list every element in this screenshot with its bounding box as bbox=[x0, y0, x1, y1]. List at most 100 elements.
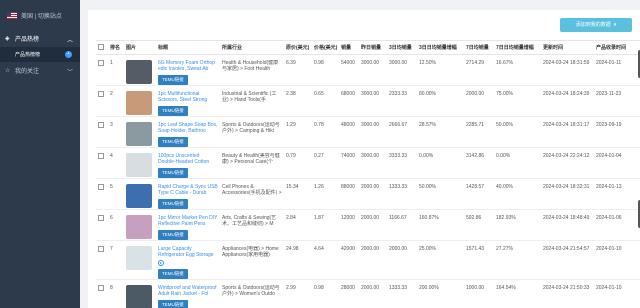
temu-link-button[interactable]: TEMU链接 bbox=[158, 269, 188, 279]
product-thumbnail[interactable] bbox=[126, 184, 152, 208]
product-title-link[interactable]: Rapid Charge & Sync USB Type C Cable - D… bbox=[158, 184, 218, 196]
temu-link-button[interactable]: TEMU链接 bbox=[158, 199, 188, 209]
7day-avg-cell: 1000.00 bbox=[464, 279, 494, 308]
product-thumbnail[interactable] bbox=[126, 122, 152, 146]
7day-avg-cell: 1428.57 bbox=[464, 178, 494, 210]
7day-avg-cell: 1571.43 bbox=[464, 240, 494, 280]
temu-link-button[interactable]: TEMU链接 bbox=[158, 75, 188, 85]
3day-growth-cell: 28.57% bbox=[417, 116, 464, 148]
added-cell: 2024-01-10 bbox=[594, 240, 640, 280]
header-7day-avg[interactable]: 7日均销量 bbox=[464, 40, 494, 55]
sales-cell: 48000 bbox=[339, 116, 359, 148]
orig-price-cell: 2.99 bbox=[284, 279, 312, 308]
table-row: 1 6G Memory Foam Orthop edic Insoles, Sw… bbox=[96, 54, 640, 86]
menu-product-hot-label: 产品热榜 bbox=[15, 37, 40, 43]
updated-cell: 2024-03-24 18:48:49 bbox=[541, 209, 594, 241]
rank-cell: 3 bbox=[108, 116, 124, 148]
industry-cell: Appliances(电器) > Home Appliances(家用电器) bbox=[222, 246, 279, 258]
menu-my-follow-label: 我的关注 bbox=[15, 69, 40, 75]
industry-cell: Sports & Outdoors(运动与户外) > Women's Outdo bbox=[222, 285, 280, 297]
header-7day-growth[interactable]: 7日日均销量增幅 bbox=[494, 40, 541, 55]
industry-cell: Industrial & Scientific (工业) > Hand Tool… bbox=[222, 91, 277, 103]
product-title-link[interactable]: 1pc Mirror Marker Pen DIY Reflective Pai… bbox=[158, 215, 218, 227]
7day-growth-cell: 164.54% bbox=[494, 279, 541, 308]
temu-link-button[interactable]: TEMU链接 bbox=[158, 168, 188, 178]
menu-product-hot[interactable]: ◈ 产品热榜 ︿ bbox=[0, 30, 80, 47]
temu-link-button[interactable]: TEMU链接 bbox=[158, 230, 188, 240]
header-price[interactable]: 价格(美元) bbox=[312, 40, 339, 55]
row-checkbox[interactable] bbox=[98, 215, 104, 221]
cube-icon: ◈ bbox=[5, 35, 10, 42]
industry-cell: Beauty & Health(美容与健康) > Personal Care(个 bbox=[222, 153, 280, 165]
table-row: 7 Large Capacity Refrigerator Egg Storag… bbox=[96, 240, 640, 280]
3day-growth-cell: 160.87% bbox=[417, 209, 464, 241]
sales-cell: 28000 bbox=[339, 279, 359, 308]
product-title-link[interactable]: 1pc Leaf Shape Soap Box, Soap Holder, Ba… bbox=[158, 122, 218, 134]
site-switcher[interactable]: 美国 | 切换站点 bbox=[0, 0, 80, 30]
temu-link-button[interactable]: TEMU链接 bbox=[158, 106, 188, 116]
product-title-link[interactable]: 6G Memory Foam Orthop edic Insoles, Swea… bbox=[158, 60, 218, 72]
rank-cell: 4 bbox=[108, 147, 124, 179]
header-rank[interactable]: 排名 bbox=[108, 40, 124, 55]
3day-avg-cell: 1166.67 bbox=[387, 209, 417, 241]
product-title-link[interactable]: 1pc Multifunctional Scissors, Steel Stro… bbox=[158, 91, 218, 103]
7day-growth-cell: 75.00% bbox=[494, 85, 541, 117]
header-orig-price[interactable]: 原价(美元) bbox=[284, 40, 312, 55]
yesterday-sales-cell: 3000.00 bbox=[359, 54, 387, 86]
rank-cell: 7 bbox=[108, 240, 124, 280]
row-checkbox[interactable] bbox=[98, 285, 104, 291]
row-checkbox[interactable] bbox=[98, 60, 104, 66]
product-title-link[interactable]: Windproof and Waterproof Adult Rain Jack… bbox=[158, 285, 218, 297]
added-cell: 2024-01-06 bbox=[594, 209, 640, 241]
product-thumbnail[interactable] bbox=[126, 215, 152, 239]
header-sales[interactable]: 销量 bbox=[339, 40, 359, 55]
row-checkbox[interactable] bbox=[98, 91, 104, 97]
row-checkbox[interactable] bbox=[98, 246, 104, 252]
chevron-down-icon: ﹀ bbox=[66, 70, 73, 76]
row-checkbox[interactable] bbox=[98, 184, 104, 190]
header-added[interactable]: 产品收录时间 bbox=[594, 40, 640, 55]
table-row: 3 1pc Leaf Shape Soap Box, Soap Holder, … bbox=[96, 116, 640, 148]
product-thumbnail[interactable] bbox=[126, 246, 152, 270]
temu-link-button[interactable]: TEMU链接 bbox=[158, 137, 188, 147]
3day-growth-cell: 25.00% bbox=[417, 240, 464, 280]
orig-price-cell: 24.98 bbox=[284, 240, 312, 280]
star-icon: ☆ bbox=[5, 67, 11, 74]
header-3day-growth[interactable]: 3日日均销量增幅 bbox=[417, 40, 464, 55]
play-icon[interactable]: ▸ bbox=[158, 260, 164, 266]
rank-cell: 6 bbox=[108, 209, 124, 241]
header-industry: 所属行业 bbox=[220, 40, 284, 55]
submenu-product-hot-list[interactable]: 产品热榜榜 • bbox=[0, 47, 80, 62]
sales-cell: 68000 bbox=[339, 85, 359, 117]
row-checkbox[interactable] bbox=[98, 153, 104, 159]
product-title-link[interactable]: 100pcs Unscented Double-Headed Cotton Sw… bbox=[158, 153, 218, 165]
temu-link-button[interactable]: TEMU链接 bbox=[158, 300, 188, 308]
product-thumbnail[interactable] bbox=[126, 60, 152, 84]
header-select-all[interactable] bbox=[96, 40, 108, 55]
product-thumbnail[interactable] bbox=[126, 153, 152, 177]
menu-my-follow[interactable]: ☆ 我的关注 ﹀ bbox=[0, 62, 80, 79]
table-row: 8 Windproof and Waterproof Adult Rain Ja… bbox=[96, 279, 640, 308]
7day-growth-cell: 0.00% bbox=[494, 147, 541, 179]
header-3day-avg[interactable]: 3日均销量 bbox=[387, 40, 417, 55]
updated-cell: 2024-03-24 18:24:39 bbox=[541, 85, 594, 117]
table-row: 4 100pcs Unscented Double-Headed Cotton … bbox=[96, 147, 640, 179]
product-thumbnail[interactable] bbox=[126, 91, 152, 115]
header-yesterday-sales[interactable]: 昨日销量 bbox=[359, 40, 387, 55]
header-updated[interactable]: 更新时间 bbox=[541, 40, 594, 55]
7day-avg-cell: 2714.29 bbox=[464, 54, 494, 86]
sales-cell: 12000 bbox=[339, 209, 359, 241]
product-thumbnail[interactable] bbox=[126, 285, 152, 308]
add-to-my-data-label: 添加到我的数据 bbox=[575, 22, 611, 28]
3day-avg-cell: 3000.00 bbox=[387, 54, 417, 86]
price-cell: 0.65 bbox=[312, 85, 339, 117]
add-to-my-data-button[interactable]: 添加到我的数据 ▾ bbox=[560, 18, 632, 32]
product-title-link[interactable]: Large Capacity Refrigerator Egg Storage … bbox=[158, 246, 218, 258]
row-checkbox[interactable] bbox=[98, 122, 104, 128]
3day-avg-cell: 3333.33 bbox=[387, 147, 417, 179]
select-all-checkbox[interactable] bbox=[98, 43, 104, 50]
updated-cell: 2024-03-24 18:32:31 bbox=[541, 178, 594, 210]
us-flag-icon bbox=[7, 11, 17, 19]
7day-avg-cell: 592.86 bbox=[464, 209, 494, 241]
3day-avg-cell: 2333.33 bbox=[387, 85, 417, 117]
